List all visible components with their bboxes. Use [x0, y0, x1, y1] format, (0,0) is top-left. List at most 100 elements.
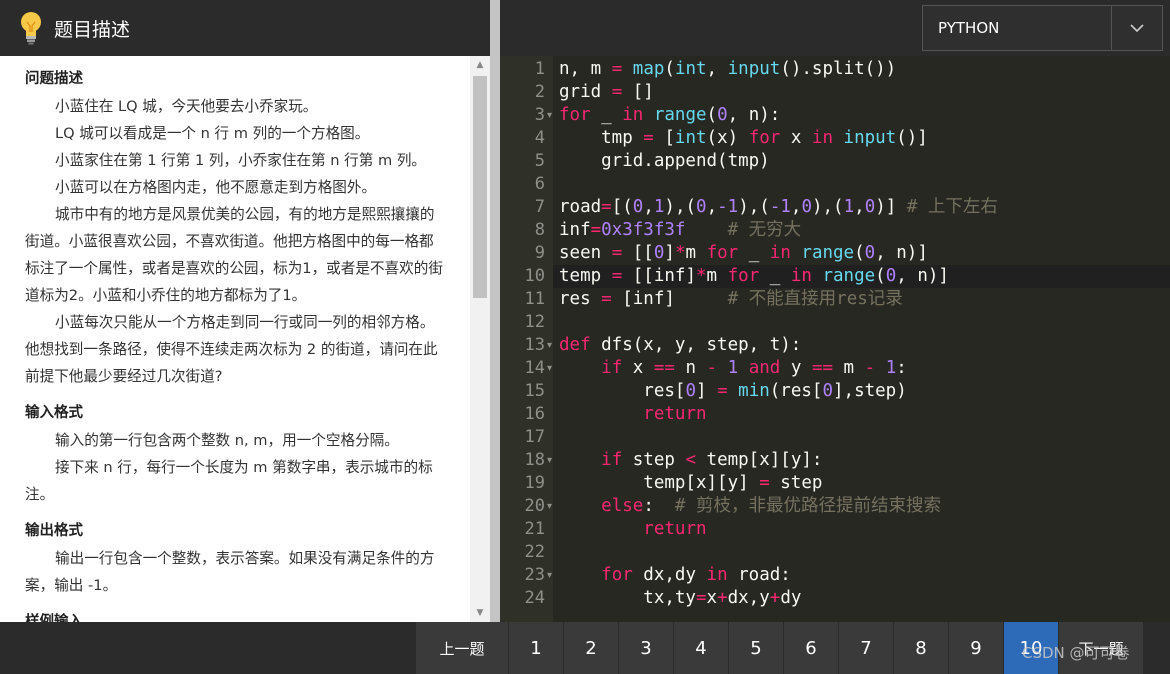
- code-token: ]: [664, 243, 675, 263]
- page-button-5[interactable]: 5: [729, 622, 784, 674]
- code-token: m: [833, 358, 865, 378]
- code-token: dfs(x, y, step, t):: [590, 335, 802, 355]
- code-line[interactable]: return: [559, 403, 1170, 426]
- code-token: -1: [717, 197, 739, 217]
- line-number: 12: [524, 312, 545, 332]
- code-token: ,: [790, 197, 802, 217]
- code-line[interactable]: grid.append(tmp): [559, 150, 1170, 173]
- page-button-6[interactable]: 6: [784, 622, 839, 674]
- code-token: 0x3f3f3f: [601, 220, 686, 240]
- language-label: PYTHON: [923, 6, 1112, 50]
- panel-resize-divider[interactable]: [490, 0, 500, 622]
- code-token: [: [653, 128, 675, 148]
- code-token: road: [559, 197, 602, 217]
- code-line[interactable]: [559, 541, 1170, 564]
- code-line[interactable]: seen = [[0]*m for _ in range(0, n)]: [559, 242, 1170, 265]
- code-token: ),(: [811, 197, 844, 217]
- code-line[interactable]: for dx,dy in road:: [559, 564, 1170, 587]
- code-token: for: [727, 266, 760, 286]
- input-paragraph: 接下来 n 行，每行一个长度为 m 第数字串，表示城市的标注。: [25, 459, 433, 503]
- code-token: _: [759, 266, 791, 286]
- code-token: range: [801, 243, 855, 263]
- line-number: 15: [524, 381, 545, 401]
- fold-arrow-icon[interactable]: ▾: [547, 495, 552, 518]
- code-token: =: [611, 82, 623, 102]
- problem-panel-header: 题目描述: [0, 0, 490, 56]
- code-token: 1: [653, 197, 665, 217]
- code-line[interactable]: tmp = [int(x) for x in input()]: [559, 127, 1170, 150]
- app-root: 题目描述 问题描述 小蓝住在 LQ 城，今天他要去小乔家玩。 LQ 城可以看成是…: [0, 0, 1170, 674]
- code-token: ,: [706, 59, 728, 79]
- fold-arrow-icon[interactable]: ▾: [547, 334, 552, 357]
- problem-scrollbar[interactable]: ▲ ▼: [470, 56, 490, 622]
- chevron-down-icon[interactable]: [1112, 6, 1162, 50]
- problem-paragraph: 小蓝住在 LQ 城，今天他要去小乔家玩。: [55, 98, 318, 115]
- code-line[interactable]: inf=0x3f3f3f # 无穷大: [559, 219, 1170, 242]
- code-line[interactable]: tx,ty=x+dx,y+dy: [559, 587, 1170, 610]
- code-line[interactable]: [559, 173, 1170, 196]
- page-button-2[interactable]: 2: [564, 622, 619, 674]
- page-button-1[interactable]: 1: [509, 622, 564, 674]
- code-token: temp: [559, 266, 612, 286]
- line-number: 17: [524, 427, 545, 447]
- line-number: 7: [534, 197, 545, 217]
- code-editor[interactable]: 1 2 3 ▾ 4 5 6 7 8 9 10 11 12 13 ▾ 14 ▾ 15 16 17 18 ▾ 19 20 ▾ 21 22…: [500, 56, 1170, 622]
- code-token: input: [727, 59, 781, 79]
- code-token: input: [843, 128, 897, 148]
- code-line[interactable]: return: [559, 518, 1170, 541]
- line-number-gutter: 1 2 3 ▾ 4 5 6 7 8 9 10 11 12 13 ▾ 14 ▾ 15 16 17 18 ▾ 19 20 ▾ 21 22…: [500, 56, 553, 622]
- code-token: temp[x][y]:: [696, 450, 823, 470]
- line-number: 13: [524, 335, 545, 355]
- scroll-up-arrow-icon[interactable]: ▲: [470, 58, 490, 72]
- code-line[interactable]: def dfs(x, y, step, t):: [559, 334, 1170, 357]
- code-token: ],step): [833, 381, 907, 401]
- fold-arrow-icon[interactable]: ▾: [547, 357, 552, 380]
- code-token: _: [590, 105, 623, 125]
- page-button-7[interactable]: 7: [839, 622, 894, 674]
- page-button-8[interactable]: 8: [894, 622, 949, 674]
- language-select[interactable]: PYTHON: [922, 5, 1163, 51]
- code-line[interactable]: n, m = map(int, input().split()): [559, 58, 1170, 81]
- code-line[interactable]: res = [inf] # 不能直接用res记录: [559, 288, 1170, 311]
- fold-arrow-icon[interactable]: ▾: [547, 104, 552, 127]
- page-button-9[interactable]: 9: [949, 622, 1004, 674]
- code-line[interactable]: temp[x][y] = step: [559, 472, 1170, 495]
- code-token: ().split()): [780, 59, 897, 79]
- code-token: in: [811, 128, 833, 148]
- code-line[interactable]: grid = []: [559, 81, 1170, 104]
- code-line[interactable]: for _ in range(0, n):: [559, 104, 1170, 127]
- fold-arrow-icon[interactable]: ▾: [547, 564, 552, 587]
- code-line[interactable]: if x == n - 1 and y == m - 1:: [559, 357, 1170, 380]
- code-token: ,: [643, 197, 654, 217]
- code-line[interactable]: if step < temp[x][y]:: [559, 449, 1170, 472]
- code-token: 0: [822, 381, 833, 401]
- code-token: for: [706, 243, 739, 263]
- code-token: 0: [801, 197, 812, 217]
- code-token: for: [748, 128, 781, 148]
- code-line[interactable]: temp = [[inf]*m for _ in range(0, n)]: [559, 265, 1170, 288]
- code-line[interactable]: else: # 剪枝，非最优路径提前结束搜索: [559, 495, 1170, 518]
- code-line[interactable]: [559, 426, 1170, 449]
- code-token: =: [759, 473, 770, 493]
- page-button-3[interactable]: 3: [619, 622, 674, 674]
- scrollbar-thumb[interactable]: [473, 76, 487, 298]
- code-token: ,: [706, 197, 718, 217]
- code-token: 1: [885, 358, 897, 378]
- code-line[interactable]: res[0] = min(res[0],step): [559, 380, 1170, 403]
- page-button-4[interactable]: 4: [674, 622, 729, 674]
- input-format-title: 输入格式: [25, 405, 83, 421]
- editor-header: PYTHON: [500, 0, 1170, 56]
- previous-question-button[interactable]: 上一题: [416, 622, 509, 674]
- code-token: grid: [559, 82, 612, 102]
- fold-arrow-icon[interactable]: ▾: [547, 449, 552, 472]
- problem-section-title: 问题描述: [25, 71, 83, 87]
- code-line[interactable]: road=[(0,1),(0,-1),(-1,0),(1,0)] # 上下左右: [559, 196, 1170, 219]
- code-lines[interactable]: n, m = map(int, input().split()) grid = […: [559, 58, 1170, 610]
- scroll-down-arrow-icon[interactable]: ▼: [470, 606, 490, 620]
- code-token: if: [601, 450, 623, 470]
- code-line[interactable]: [559, 311, 1170, 334]
